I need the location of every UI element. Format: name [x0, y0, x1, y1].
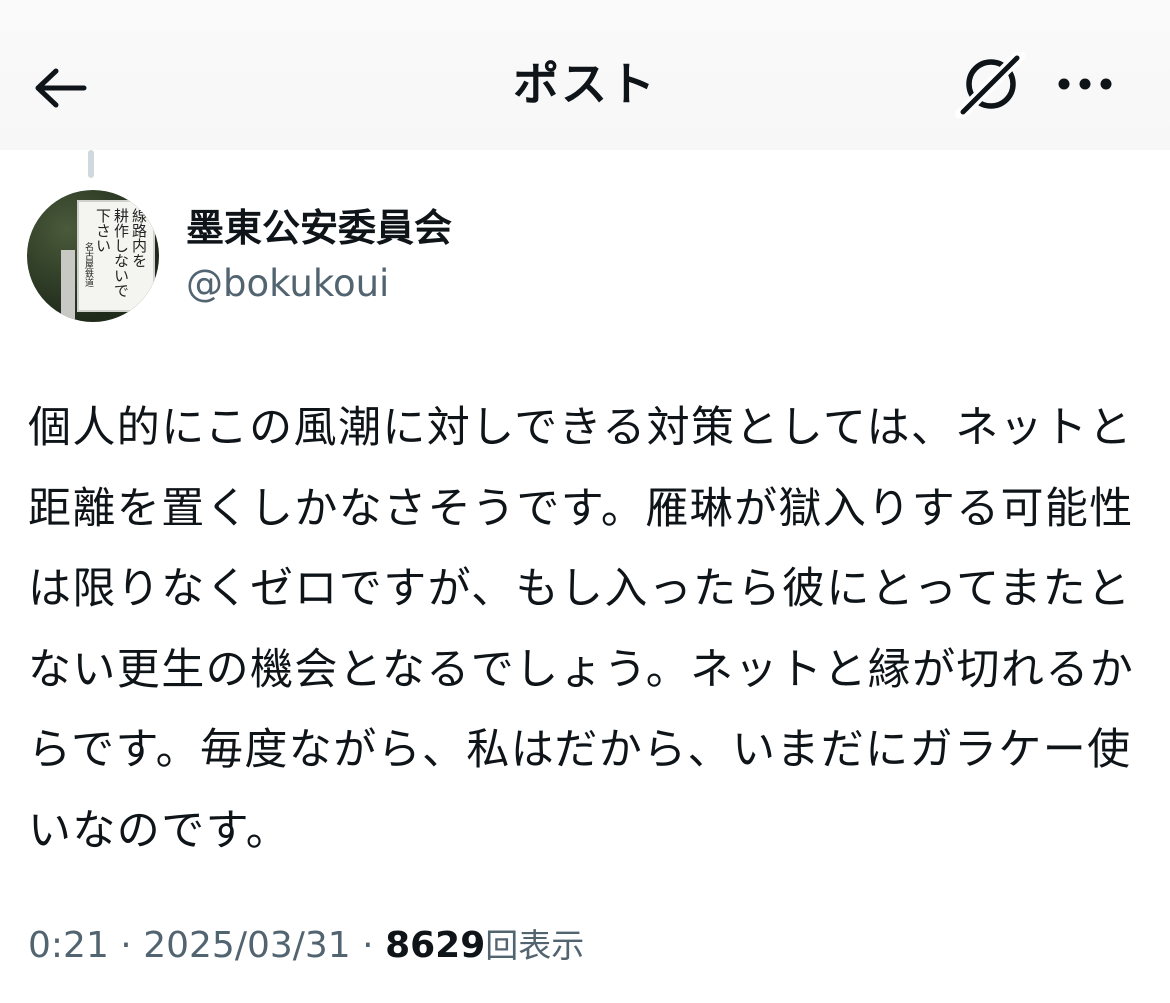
- meta-separator: ·: [120, 925, 132, 966]
- view-count-label: 回表示: [485, 926, 585, 965]
- post-date[interactable]: 2025/03/31: [143, 925, 351, 966]
- avatar[interactable]: 線路内を 耕作しないで 下さい 名古屋鉄道: [27, 190, 159, 322]
- top-bar: ポスト: [0, 0, 1170, 150]
- avatar-sign-line-3: 下さい: [94, 208, 112, 253]
- more-button[interactable]: [1050, 56, 1120, 112]
- avatar-sign-line-2: 耕作しないで: [112, 208, 130, 298]
- avatar-sign-line-1: 線路内を: [130, 208, 148, 268]
- avatar-sign: 線路内を 耕作しないで 下さい 名古屋鉄道: [77, 200, 155, 312]
- meta-separator: ·: [362, 925, 374, 966]
- post-time[interactable]: 0:21: [28, 925, 109, 966]
- post-text: 個人的にこの風潮に対しできる対策としては、ネットと距離を置くしかなさそうです。雁…: [28, 403, 1135, 856]
- grok-icon: [955, 52, 1025, 118]
- more-horizontal-icon: [1058, 78, 1112, 90]
- view-count: 8629: [385, 925, 486, 966]
- grok-button[interactable]: [952, 50, 1028, 120]
- avatar-sign-pole: [61, 250, 75, 322]
- author-display-name[interactable]: 墨東公安委員会: [186, 202, 452, 254]
- post-meta: 0:21 · 2025/03/31 · 8629回表示: [28, 918, 584, 974]
- author-handle[interactable]: @bokukoui: [186, 258, 389, 310]
- thread-connector-line: [88, 150, 94, 178]
- avatar-sign-line-4: 名古屋鉄道: [83, 242, 93, 287]
